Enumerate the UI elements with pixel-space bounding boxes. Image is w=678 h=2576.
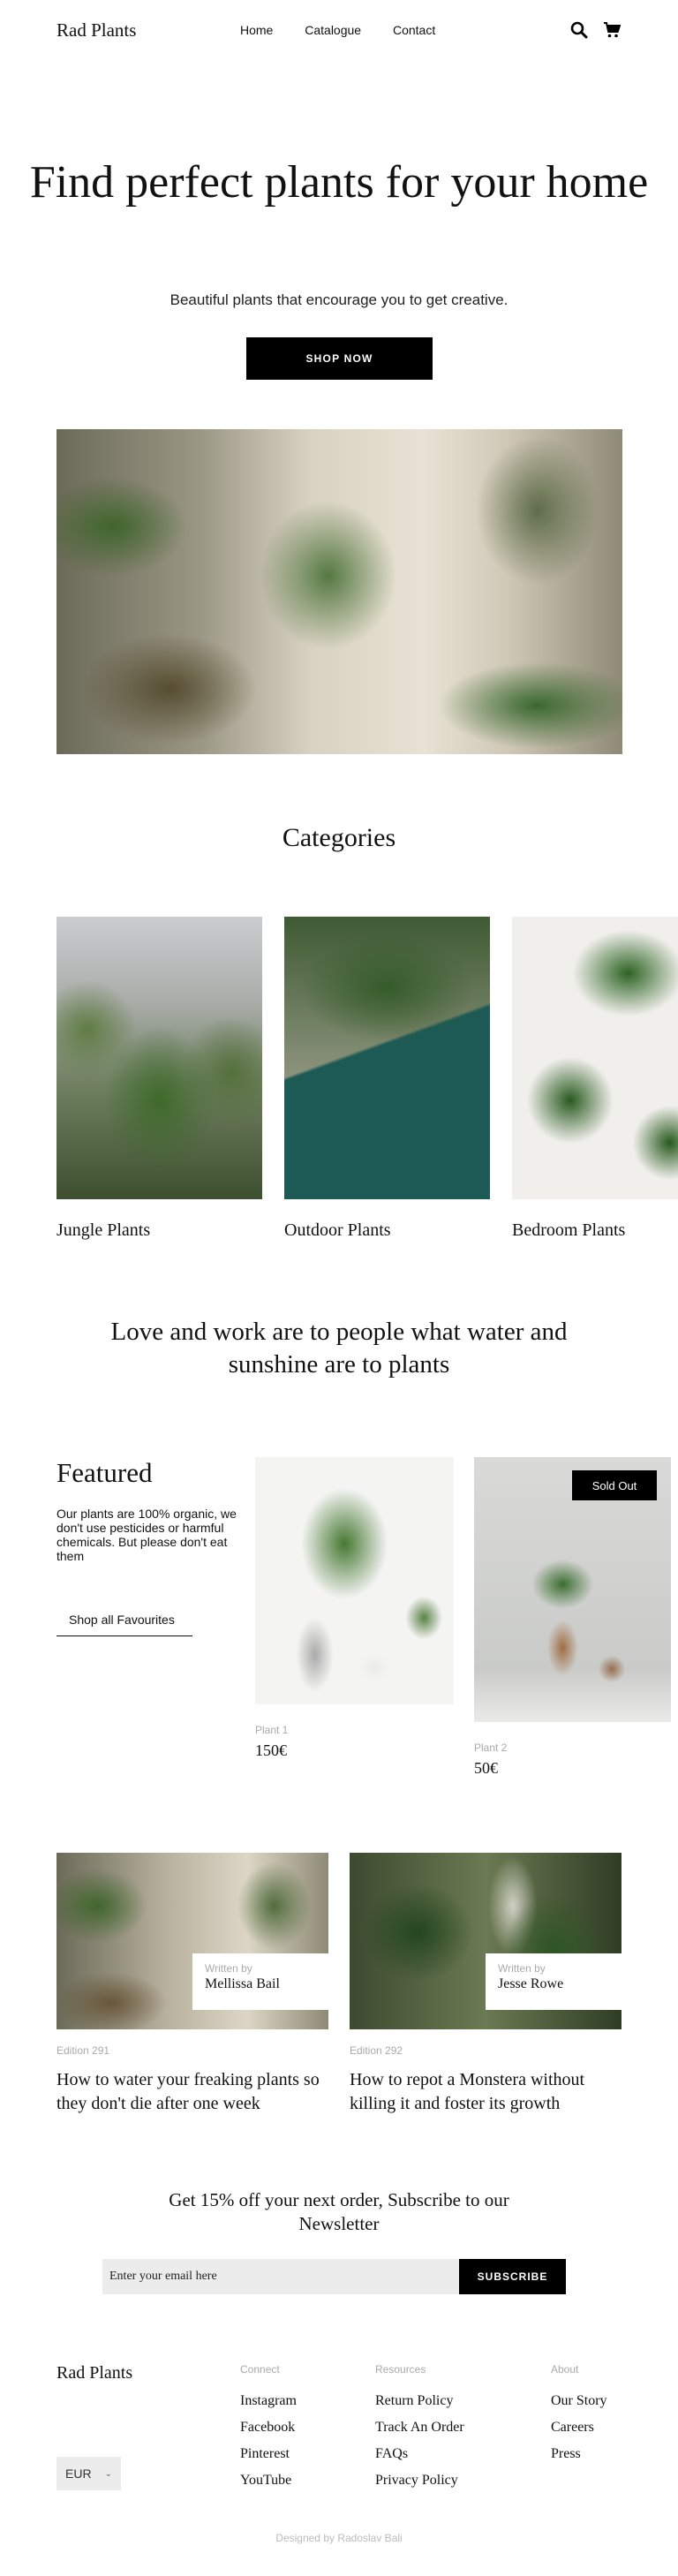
footer-link[interactable]: Privacy Policy: [375, 2473, 464, 2499]
edition-label: Edition 291: [56, 2044, 110, 2057]
chevron-down-icon: ⌄: [104, 2468, 112, 2479]
main-nav: Home Catalogue Contact: [240, 23, 463, 37]
category-image-bedroom[interactable]: [512, 917, 678, 1199]
newsletter-title-text: Get 15% off your next order, Subscribe t…: [169, 2189, 509, 2234]
hero-subtitle: Beautiful plants that encourage you to g…: [170, 291, 508, 308]
currency-select[interactable]: EUR ⌄: [56, 2457, 121, 2490]
cart-icon[interactable]: [601, 19, 622, 41]
footer-link[interactable]: Careers: [551, 2420, 607, 2446]
blog-title[interactable]: How to repot a Monstera without killing …: [350, 2068, 632, 2116]
designer-credit: Designed by Radoslav Bali: [275, 2532, 403, 2544]
footer-link[interactable]: Pinterest: [240, 2446, 297, 2473]
category-image-jungle[interactable]: [56, 917, 262, 1199]
footer-links-connect: Instagram Facebook Pinterest YouTube: [240, 2393, 297, 2499]
shop-now-button[interactable]: SHOP NOW: [246, 337, 433, 380]
nav-contact[interactable]: Contact: [393, 23, 435, 37]
hero-image: [56, 429, 622, 754]
edition-label: Edition 292: [350, 2044, 403, 2057]
footer-heading-about: About: [551, 2363, 579, 2376]
newsletter-title: Get 15% off your next order, Subscribe t…: [0, 2188, 678, 2236]
search-icon[interactable]: [569, 19, 590, 41]
sold-out-badge: Sold Out: [572, 1470, 657, 1500]
footer-link[interactable]: Instagram: [240, 2393, 297, 2420]
product-price: 50€: [474, 1759, 498, 1777]
category-label-bedroom[interactable]: Bedroom Plants: [512, 1220, 625, 1241]
footer-links-about: Our Story Careers Press: [551, 2393, 607, 2473]
site-logo[interactable]: Rad Plants: [56, 19, 136, 42]
written-by-label: Written by: [498, 1962, 546, 1975]
written-by-label: Written by: [205, 1962, 252, 1975]
category-image-outdoor[interactable]: [284, 917, 490, 1199]
author-card: Written by Jesse Rowe: [486, 1953, 622, 2010]
blog-title[interactable]: How to water your freaking plants so the…: [56, 2068, 339, 2116]
footer-link[interactable]: Return Policy: [375, 2393, 464, 2420]
subscribe-button[interactable]: SUBSCRIBE: [459, 2259, 566, 2294]
email-input[interactable]: [102, 2259, 459, 2294]
shop-favourites-link[interactable]: Shop all Favourites: [56, 1607, 192, 1636]
product-name: Plant 2: [474, 1741, 508, 1754]
currency-value: EUR: [65, 2466, 92, 2481]
product-name: Plant 1: [255, 1724, 289, 1736]
quote-content: Love and work are to people what water a…: [110, 1318, 568, 1379]
footer-logo[interactable]: Rad Plants: [56, 2363, 132, 2383]
quote-text: Love and work are to people what water a…: [0, 1316, 678, 1381]
featured-description: Our plants are 100% organic, we don't us…: [56, 1507, 237, 1563]
footer-heading-resources: Resources: [375, 2363, 426, 2376]
footer-link[interactable]: YouTube: [240, 2473, 297, 2499]
nav-catalogue[interactable]: Catalogue: [305, 23, 361, 37]
author-card: Written by Mellissa Bail: [192, 1953, 328, 2010]
footer-links-resources: Return Policy Track An Order FAQs Privac…: [375, 2393, 464, 2499]
categories-title: Categories: [282, 823, 396, 852]
footer-link[interactable]: FAQs: [375, 2446, 464, 2473]
footer-link[interactable]: Facebook: [240, 2420, 297, 2446]
hero-title: Find perfect plants for your home: [29, 157, 649, 208]
product-price: 150€: [255, 1741, 287, 1759]
category-label-outdoor[interactable]: Outdoor Plants: [284, 1220, 391, 1241]
footer-heading-connect: Connect: [240, 2363, 280, 2376]
footer-link[interactable]: Track An Order: [375, 2420, 464, 2446]
nav-home[interactable]: Home: [240, 23, 273, 37]
footer-link[interactable]: Our Story: [551, 2393, 607, 2420]
author-name: Jesse Rowe: [498, 1976, 564, 1991]
product-image-1[interactable]: [255, 1457, 454, 1704]
category-label-jungle[interactable]: Jungle Plants: [56, 1220, 150, 1241]
author-name: Mellissa Bail: [205, 1976, 280, 1991]
featured-title: Featured: [56, 1457, 153, 1488]
footer-link[interactable]: Press: [551, 2446, 607, 2473]
